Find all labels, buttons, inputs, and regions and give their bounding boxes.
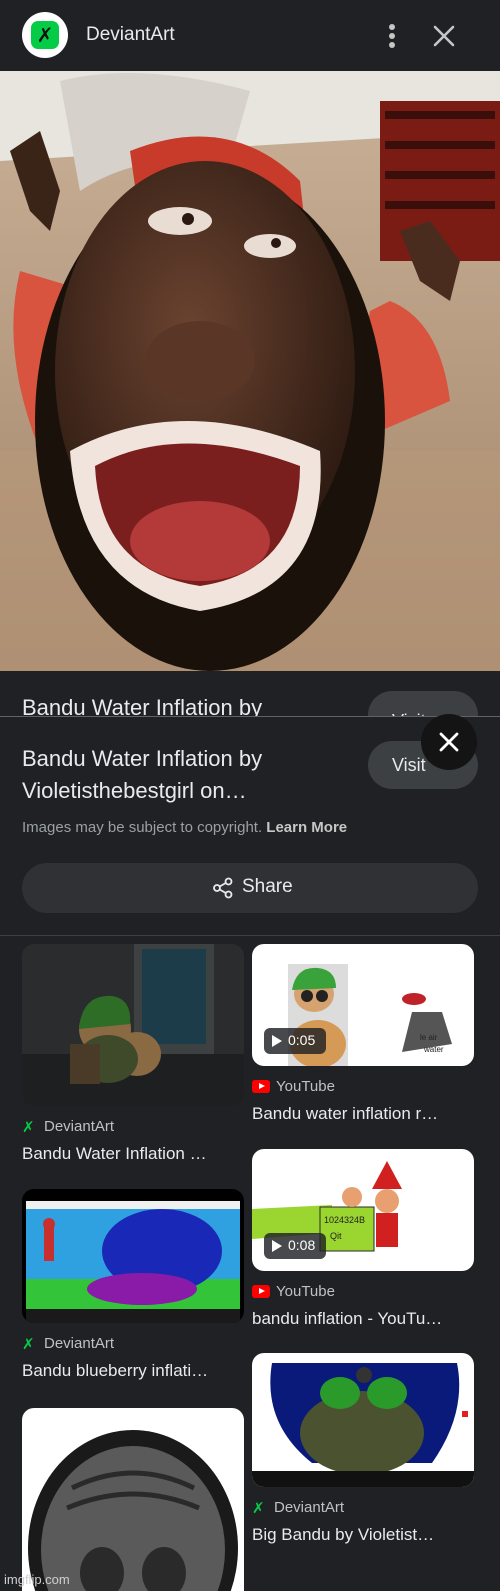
result-thumbnail[interactable] — [22, 1408, 244, 1591]
underlying-title: Bandu Water Inflation by — [22, 695, 263, 717]
result-card[interactable]: le air water 0:05 YouTube Bandu water in… — [252, 944, 474, 1124]
result-source: ✗ DeviantArt — [22, 1116, 244, 1138]
thumbnail-image — [22, 1408, 244, 1591]
result-thumbnail[interactable]: 1024324B Qit 0:08 — [252, 1149, 474, 1271]
deviantart-icon: ✗ — [22, 1118, 35, 1136]
result-thumbnail[interactable]: le air water 0:05 — [252, 944, 474, 1066]
thumbnail-caption: Qit — [330, 1231, 342, 1241]
thumbnail-image — [22, 944, 244, 1106]
copyright-notice: Images may be subject to copyright. Lear… — [22, 819, 347, 836]
source-name: DeviantArt — [44, 1335, 115, 1352]
video-duration: 0:08 — [288, 1237, 316, 1253]
video-duration-badge: 0:08 — [264, 1233, 326, 1259]
result-source: ✗ DeviantArt — [252, 1497, 474, 1519]
underlying-info-bar: Bandu Water Inflation by Visit — [0, 671, 500, 717]
thumbnail-image — [22, 1189, 244, 1323]
result-title[interactable]: Bandu Water Inflation by Violetisthebest… — [22, 743, 352, 807]
result-card[interactable]: ✗ DeviantArt Bandu blueberry inflati… — [22, 1189, 244, 1381]
result-card-title[interactable]: Bandu Water Inflation … — [22, 1144, 244, 1164]
youtube-icon — [252, 1285, 270, 1298]
close-icon[interactable] — [430, 22, 458, 50]
thumbnail-caption: 1024324B — [324, 1215, 365, 1225]
result-card[interactable]: ✗ DeviantArt Bandu Water Inflation … — [22, 944, 244, 1164]
more-vert-icon[interactable] — [380, 20, 404, 52]
result-card-title[interactable]: Big Bandu by Violetist… — [252, 1525, 474, 1545]
result-card[interactable]: ✗ DeviantArt Big Bandu by Violetist… — [252, 1353, 474, 1545]
close-sheet-button[interactable] — [421, 714, 477, 770]
learn-more-link[interactable]: Learn More — [266, 819, 347, 836]
result-card[interactable]: 1024324B Qit 0:08 YouTube bandu inflatio… — [252, 1149, 474, 1329]
copyright-text: Images may be subject to copyright. — [22, 819, 263, 836]
result-source: ✗ DeviantArt — [22, 1333, 244, 1355]
video-duration-badge: 0:05 — [264, 1028, 326, 1054]
source-name: DeviantArt — [44, 1118, 115, 1135]
deviantart-icon: ✗ — [252, 1499, 265, 1517]
main-image[interactable] — [0, 71, 500, 671]
result-thumbnail[interactable] — [22, 944, 244, 1106]
result-source: YouTube — [252, 1076, 474, 1098]
site-name: DeviantArt — [86, 24, 175, 45]
share-label: Share — [242, 876, 293, 897]
video-duration: 0:05 — [288, 1032, 316, 1048]
result-thumbnail[interactable] — [252, 1353, 474, 1487]
source-name: YouTube — [276, 1078, 335, 1095]
result-source: YouTube — [252, 1281, 474, 1303]
main-image-illustration — [0, 71, 500, 671]
result-card-title[interactable]: bandu inflation - YouTu… — [252, 1309, 474, 1329]
watermark: imgflip.com — [4, 1572, 70, 1587]
top-bar: ✗ DeviantArt — [0, 0, 500, 71]
youtube-icon — [252, 1080, 270, 1093]
result-card-title[interactable]: Bandu blueberry inflati… — [22, 1361, 244, 1381]
play-icon — [272, 1035, 282, 1047]
section-divider — [0, 935, 500, 936]
result-card[interactable] — [22, 1408, 244, 1591]
close-icon — [439, 732, 459, 752]
deviantart-icon: ✗ — [22, 1335, 35, 1353]
source-name: DeviantArt — [274, 1499, 345, 1516]
deviantart-logo-icon: ✗ — [22, 12, 68, 58]
thumbnail-image — [252, 1353, 474, 1487]
share-icon — [213, 877, 233, 899]
source-name: YouTube — [276, 1283, 335, 1300]
thumbnail-caption: le air — [420, 1033, 438, 1042]
result-card-title[interactable]: Bandu water inflation r… — [252, 1104, 474, 1124]
play-icon — [272, 1240, 282, 1252]
result-thumbnail[interactable] — [22, 1189, 244, 1323]
thumbnail-caption: water — [423, 1045, 444, 1054]
share-button[interactable]: Share — [22, 863, 478, 913]
